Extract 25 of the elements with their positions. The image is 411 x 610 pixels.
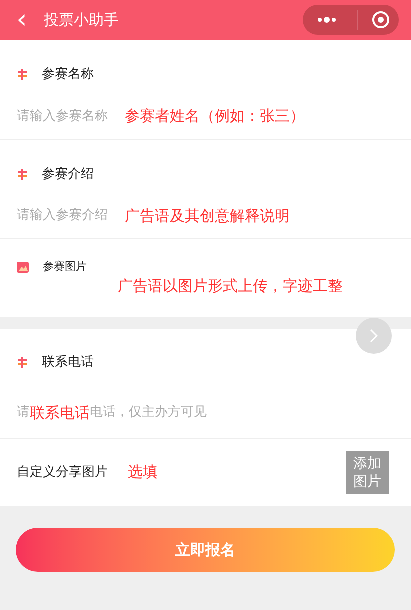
chevron-right-icon [370,329,378,343]
placeholder-text: 电话，仅主办方可见 [90,404,207,422]
field-label: 参赛名称 [42,66,94,84]
back-button[interactable]: ‹ [12,7,32,33]
image-icon [17,262,29,273]
required-icon [17,168,28,180]
annotation-note: 联系电话 [30,402,90,424]
field-label: 自定义分享图片 [17,464,108,482]
more-icon[interactable] [317,17,337,23]
annotation-note: 参赛者姓名（例如：张三） [125,106,305,128]
add-image-button[interactable]: 添加图片 [346,451,389,494]
annotation-note: 广告语以图片形式上传，字迹工整 [118,276,343,294]
required-icon [17,357,28,368]
annotation-note: 选填 [128,462,158,484]
input-field[interactable]: 请输入参赛介绍 [17,206,121,226]
annotation-note: 广告语及其创意解释说明 [125,206,290,227]
field-label: 联系电话 [42,354,94,372]
placeholder-text: 请 [17,404,30,422]
required-icon [17,69,28,80]
close-icon[interactable] [372,11,390,29]
field-label: 参赛介绍 [42,166,94,184]
page-title: 投票小助手 [44,10,119,31]
field-label: 参赛图片 [43,259,87,275]
register-button[interactable]: 立即报名 [16,528,395,572]
input-field[interactable]: 请输入参赛名称 [17,106,121,126]
